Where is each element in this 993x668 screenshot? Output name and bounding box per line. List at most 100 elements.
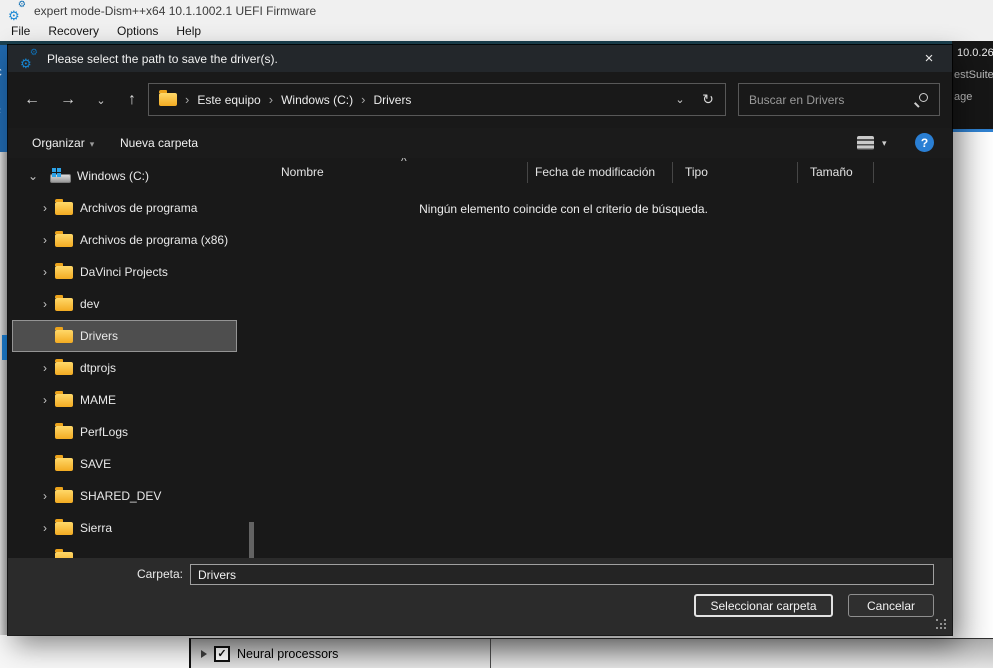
folder-icon bbox=[55, 298, 73, 311]
dialog-content: ⌄ Windows (C:) › Archivos de programa › … bbox=[8, 158, 952, 558]
column-separator bbox=[527, 162, 528, 183]
dialog-navbar: ← → ⌄ ↑ › Este equipo › Windows (C:) › D… bbox=[8, 72, 952, 128]
menu-options[interactable]: Options bbox=[108, 22, 167, 41]
column-header-nombre[interactable]: Nombre bbox=[281, 158, 324, 186]
tree-item-drivers[interactable]: Drivers bbox=[8, 320, 255, 352]
chevron-right-icon[interactable]: › bbox=[38, 256, 52, 288]
empty-folder-message: Ningún elemento coincide con el criterio… bbox=[255, 202, 872, 216]
bg-text-fragment: estSuite bbox=[954, 69, 993, 81]
tree-item-archivos-de-programa-x86[interactable]: › Archivos de programa (x86) bbox=[8, 224, 255, 256]
tree-item-davinci-projects[interactable]: › DaVinci Projects bbox=[8, 256, 255, 288]
dism-gear-icon: ⚙ ⚙ bbox=[8, 3, 25, 19]
column-separator bbox=[797, 162, 798, 183]
folder-icon bbox=[55, 552, 73, 558]
tree-item-save[interactable]: SAVE bbox=[8, 448, 255, 480]
chevron-right-icon[interactable]: › bbox=[38, 384, 52, 416]
column-header-fecha[interactable]: Fecha de modificación bbox=[535, 158, 655, 186]
breadcrumb-drivers[interactable]: Drivers bbox=[373, 93, 411, 107]
chevron-right-icon: › bbox=[269, 92, 273, 107]
chevron-right-icon: › bbox=[361, 92, 365, 107]
dialog-toolbar: Organizar▾ Nueva carpeta ▾ ? bbox=[8, 128, 952, 158]
menu-help[interactable]: Help bbox=[167, 22, 210, 41]
app-titlebar: ⚙ ⚙ expert mode-Dism++x64 10.1.1002.1 UE… bbox=[0, 0, 993, 22]
column-separator bbox=[873, 162, 874, 183]
tree-item-windows-c[interactable]: ⌄ Windows (C:) bbox=[8, 160, 255, 192]
bg-letter-fragment: F bbox=[0, 107, 1, 119]
tree-item-perflogs[interactable]: PerfLogs bbox=[8, 416, 255, 448]
tree-item-dtprojs[interactable]: › dtprojs bbox=[8, 352, 255, 384]
up-button[interactable]: ↑ bbox=[116, 84, 148, 116]
dialog-title: Please select the path to save the drive… bbox=[47, 52, 278, 66]
recent-locations-button[interactable]: ⌄ bbox=[90, 84, 112, 116]
folder-icon bbox=[55, 202, 73, 215]
resize-grip[interactable] bbox=[936, 619, 948, 631]
folder-icon bbox=[55, 394, 73, 407]
search-icon[interactable] bbox=[914, 92, 929, 107]
menu-recovery[interactable]: Recovery bbox=[39, 22, 108, 41]
tree-item-shared-dev[interactable]: › SHARED_DEV bbox=[8, 480, 255, 512]
dialog-footer: Carpeta: Seleccionar carpeta Cancelar bbox=[8, 558, 952, 635]
screen: ⚙ ⚙ expert mode-Dism++x64 10.1.1002.1 UE… bbox=[0, 0, 993, 668]
column-header-tamano[interactable]: Tamaño bbox=[810, 158, 853, 186]
neural-processors-checkbox[interactable]: ✓ bbox=[214, 646, 230, 662]
refresh-icon[interactable]: ↻ bbox=[693, 91, 723, 108]
address-dropdown-icon[interactable]: ⌄ bbox=[667, 93, 693, 106]
forward-button[interactable]: → bbox=[52, 84, 84, 116]
breadcrumb-windows-c[interactable]: Windows (C:) bbox=[281, 93, 353, 107]
menu-file[interactable]: File bbox=[2, 22, 39, 41]
new-folder-button[interactable]: Nueva carpeta bbox=[120, 128, 198, 158]
bg-text-fragment: age bbox=[954, 91, 972, 103]
column-header-tipo[interactable]: Tipo bbox=[685, 158, 708, 186]
view-dropdown-icon[interactable]: ▾ bbox=[882, 128, 887, 158]
folder-icon bbox=[55, 234, 73, 247]
expand-triangle-icon[interactable] bbox=[201, 650, 207, 658]
folder-icon bbox=[55, 522, 73, 535]
column-separator bbox=[672, 162, 673, 183]
folder-icon bbox=[55, 458, 73, 471]
select-folder-button[interactable]: Seleccionar carpeta bbox=[694, 594, 833, 617]
bg-letter-fragment: C bbox=[0, 67, 2, 79]
organize-button[interactable]: Organizar▾ bbox=[32, 128, 94, 158]
folder-name-input[interactable] bbox=[190, 564, 934, 585]
view-mode-icon[interactable] bbox=[857, 136, 874, 150]
dropdown-icon: ▾ bbox=[90, 139, 95, 149]
tree-scrollbar[interactable] bbox=[249, 522, 254, 558]
chevron-right-icon[interactable]: › bbox=[38, 480, 52, 512]
help-icon[interactable]: ? bbox=[915, 133, 934, 152]
tree-item-dev[interactable]: › dev bbox=[8, 288, 255, 320]
chevron-right-icon: › bbox=[185, 92, 189, 107]
chevron-right-icon[interactable]: › bbox=[38, 288, 52, 320]
back-button[interactable]: ← bbox=[16, 84, 48, 116]
file-list: ^ Nombre Fecha de modificación Tipo Tama… bbox=[255, 158, 952, 558]
folder-icon bbox=[159, 93, 177, 106]
address-bar[interactable]: › Este equipo › Windows (C:) › Drivers ⌄… bbox=[148, 83, 726, 116]
tree-item-clipped[interactable] bbox=[8, 544, 255, 558]
folder-icon bbox=[55, 266, 73, 279]
bg-right-panel-fragment: 10.0.261 estSuite age bbox=[952, 41, 993, 129]
chevron-right-icon[interactable]: › bbox=[38, 192, 52, 224]
cancel-button[interactable]: Cancelar bbox=[848, 594, 934, 617]
close-icon[interactable]: × bbox=[912, 45, 946, 72]
folder-icon bbox=[55, 330, 73, 343]
search-input[interactable] bbox=[739, 93, 914, 107]
column-divider bbox=[490, 639, 491, 668]
bg-left-accent-bar bbox=[2, 335, 7, 360]
bg-right-content-fragment bbox=[952, 132, 993, 668]
bg-text-fragment: 10.0.261 bbox=[957, 47, 993, 59]
neural-processors-row[interactable]: ✓ Neural processors bbox=[189, 638, 993, 668]
folder-tree: ⌄ Windows (C:) › Archivos de programa › … bbox=[8, 158, 255, 558]
folder-name-label: Carpeta: bbox=[8, 564, 183, 585]
check-icon: ✓ bbox=[217, 649, 226, 660]
chevron-right-icon[interactable]: › bbox=[38, 352, 52, 384]
chevron-right-icon[interactable]: › bbox=[38, 512, 52, 544]
sort-ascending-icon: ^ bbox=[401, 158, 407, 168]
folder-icon bbox=[55, 490, 73, 503]
tree-item-archivos-de-programa[interactable]: › Archivos de programa bbox=[8, 192, 255, 224]
breadcrumb-este-equipo[interactable]: Este equipo bbox=[197, 93, 260, 107]
folder-picker-dialog: ⚙ ⚙ Please select the path to save the d… bbox=[8, 45, 952, 635]
tree-item-sierra[interactable]: › Sierra bbox=[8, 512, 255, 544]
tree-item-mame[interactable]: › MAME bbox=[8, 384, 255, 416]
chevron-right-icon[interactable]: › bbox=[38, 224, 52, 256]
chevron-down-icon[interactable]: ⌄ bbox=[26, 160, 40, 192]
dialog-titlebar[interactable]: ⚙ ⚙ Please select the path to save the d… bbox=[8, 45, 952, 72]
